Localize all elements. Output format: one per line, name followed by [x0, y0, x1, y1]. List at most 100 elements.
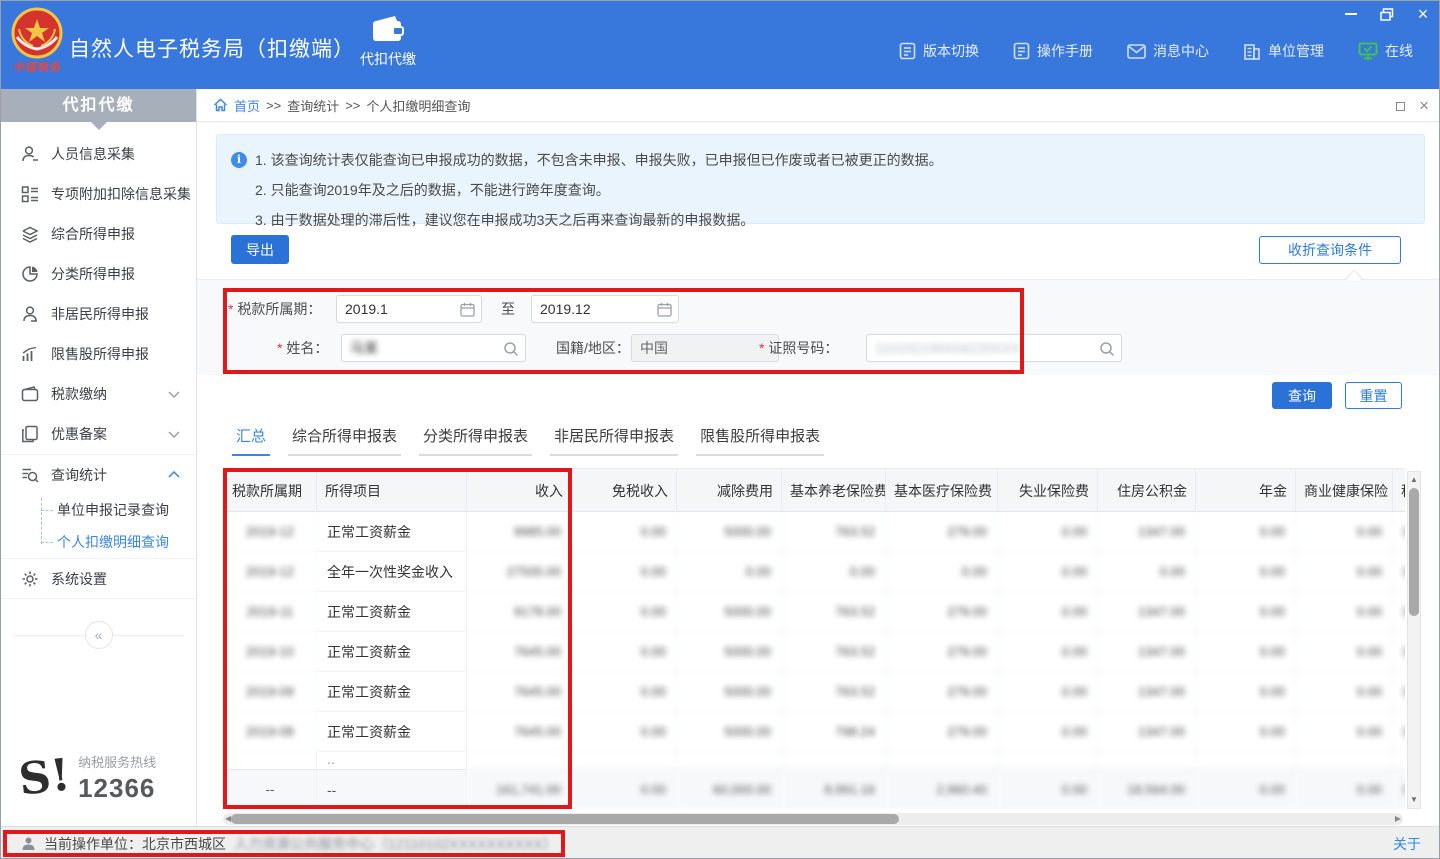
scroll-right-arrow-icon[interactable]: ▶ — [1395, 814, 1401, 824]
pane-close-button[interactable]: × — [1419, 97, 1429, 114]
cell-value: 0.00 — [998, 712, 1098, 752]
id-number-field[interactable]: 110102199X04220XXX — [866, 334, 1122, 362]
collapse-filters-button[interactable]: 收折查询条件 — [1259, 236, 1401, 264]
scroll-up-arrow-icon[interactable]: ▲ — [1408, 473, 1420, 487]
column-header: 所得项目 — [317, 468, 467, 512]
cell-value: 0.00 — [998, 552, 1098, 592]
cell-value: 0.00 — [677, 552, 782, 592]
module-tab-withholding[interactable]: 代扣代缴 — [343, 15, 433, 81]
tab-restricted-shares[interactable]: 限售股所得申报表 — [696, 425, 824, 456]
query-button[interactable]: 查询 — [1272, 382, 1332, 409]
wallet-icon — [371, 15, 405, 43]
cell-period: 2019-08 — [224, 712, 317, 752]
tab-comprehensive-income[interactable]: 综合所得申报表 — [288, 425, 401, 456]
export-button[interactable]: 导出 — [231, 235, 289, 264]
pane-maximize-button[interactable] — [1396, 99, 1405, 113]
sidebar-item-nonresident-income[interactable]: 非居民所得申报 — [1, 294, 196, 334]
nav-message-center[interactable]: 消息中心 — [1127, 41, 1209, 61]
cell-value — [1296, 752, 1393, 769]
id-number-label: 证照号码： — [759, 334, 838, 362]
cell-value: 0.00 — [1296, 712, 1393, 752]
nav-manual[interactable]: 操作手册 — [1013, 41, 1093, 61]
cell-value: 763.52 — [782, 592, 886, 632]
cell-value: 2,960.40 — [886, 769, 998, 809]
emblem-icon — [11, 7, 63, 59]
cell-value: 27500.00 — [467, 552, 572, 592]
sidebar-item-restricted-shares[interactable]: 限售股所得申报 — [1, 334, 196, 374]
nav-online-status[interactable]: 在线 — [1358, 41, 1413, 61]
nav-label: 操作手册 — [1037, 41, 1093, 61]
cell-value: 5000.00 — [677, 592, 782, 632]
cell-value — [572, 752, 677, 769]
sidebar-item-system-settings[interactable]: 系统设置 — [1, 559, 196, 599]
layers-icon — [21, 225, 39, 243]
about-link[interactable]: 关于 — [1393, 834, 1421, 854]
calendar-icon — [460, 302, 475, 317]
sidebar-item-preferential-filing[interactable]: 优惠备案 — [1, 414, 196, 454]
sidebar-item-tax-payment[interactable]: 税款缴纳 — [1, 374, 196, 414]
cell-value: 0.00 — [572, 712, 677, 752]
cell-value: 18,564.00 — [1098, 769, 1196, 809]
vertical-scroll-thumb[interactable] — [1409, 488, 1419, 616]
period-from-field[interactable]: 2019.1 — [336, 295, 482, 323]
cell-value: 279.00 — [886, 672, 998, 712]
sidebar-subitem-personal-withholding-query[interactable]: 个人扣缴明细查询 — [1, 526, 196, 558]
nav-version-switch[interactable]: 版本切换 — [899, 41, 979, 61]
cell-income-item: 正常工资薪金 — [317, 632, 467, 672]
sidebar-item-label: 限售股所得申报 — [51, 344, 149, 364]
person-add-icon — [21, 145, 39, 163]
tab-summary[interactable]: 汇总 — [232, 425, 270, 456]
sidebar-item-comprehensive-income[interactable]: 综合所得申报 — [1, 214, 196, 254]
tax-emblem-logo: 中国税务 — [11, 7, 63, 83]
tab-nonresident-income[interactable]: 非居民所得申报表 — [550, 425, 678, 456]
sidebar-item-personnel-info[interactable]: 人员信息采集 — [1, 134, 196, 174]
status-bar: 当前操作单位：北京市西城区 人力资源公共服务中心（12110102XXXXXXX… — [1, 826, 1440, 859]
column-header: 免税收入 — [572, 468, 677, 512]
sidebar-item-query-statistics[interactable]: 查询统计 — [1, 454, 196, 494]
nav-label: 版本切换 — [923, 41, 979, 61]
reset-button[interactable]: 重置 — [1345, 382, 1402, 409]
wallet-icon — [21, 386, 39, 402]
filter-caret — [1345, 271, 1363, 281]
breadcrumb: 首页 >> 查询统计 >> 个人扣缴明细查询 × — [197, 89, 1440, 122]
sidebar-subitem-unit-declaration-query[interactable]: 单位申报记录查询 — [1, 494, 196, 526]
cell-value: 161,741.00 — [467, 769, 572, 809]
horizontal-scrollbar[interactable]: ◀ ▶ — [223, 813, 1403, 825]
name-label: 姓名： — [277, 334, 328, 362]
summary-table: 税款所属期所得项目收入免税收入减除费用基本养老保险费基本医疗保险费失业保险费住房… — [223, 468, 1405, 809]
vertical-scrollbar[interactable]: ▲ ▼ — [1407, 471, 1421, 809]
nav-unit-management[interactable]: 单位管理 — [1243, 41, 1324, 61]
tab-classified-income[interactable]: 分类所得申报表 — [419, 425, 532, 456]
table-body: 2019-12正常工资薪金9985.000.005000.00763.52279… — [224, 512, 1405, 809]
cell-value: 5000.00 — [677, 712, 782, 752]
cell-value: 0.00 — [998, 672, 1098, 712]
minimize-button[interactable] — [1341, 5, 1361, 23]
sidebar-collapse-button[interactable]: « — [85, 621, 113, 649]
notice-text: 3. 由于数据处理的滞后性，建议您在申报成功3天之后再来查询最新的申报数据。 — [255, 205, 754, 235]
app-title: 自然人电子税务局（扣缴端） — [69, 33, 355, 63]
cell-value: 5000.00 — [677, 632, 782, 672]
column-header: 收入 — [467, 468, 572, 512]
breadcrumb-home[interactable]: 首页 — [234, 96, 260, 115]
query-statistics-submenu: 单位申报记录查询 个人扣缴明细查询 — [1, 494, 196, 559]
breadcrumb-separator: >> — [345, 98, 360, 113]
column-header: 住房公积金 — [1098, 468, 1196, 512]
sidebar-item-special-deduction[interactable]: 专项附加扣除信息采集 — [1, 174, 196, 214]
sidebar-item-classified-income[interactable]: 分类所得申报 — [1, 254, 196, 294]
scroll-down-arrow-icon[interactable]: ▼ — [1408, 793, 1420, 807]
restore-icon — [1380, 8, 1394, 21]
person-icon — [21, 305, 39, 323]
cell-value: 0.00 — [886, 552, 998, 592]
cell-value: 0.00 — [1196, 592, 1296, 632]
cell-value — [1098, 752, 1196, 769]
name-field[interactable]: 马某 — [341, 334, 526, 362]
cell-value: 279.00 — [886, 592, 998, 632]
close-button[interactable]: × — [1413, 5, 1433, 23]
cell-period: 2019-11 — [224, 592, 317, 632]
cell-value: 0.00 — [572, 632, 677, 672]
period-to-field[interactable]: 2019.12 — [531, 295, 679, 323]
restore-button[interactable] — [1377, 5, 1397, 23]
cell-value: 0.00 — [1098, 552, 1196, 592]
cell-value: 0.00 — [1393, 769, 1405, 809]
horizontal-scroll-thumb[interactable] — [231, 814, 899, 824]
